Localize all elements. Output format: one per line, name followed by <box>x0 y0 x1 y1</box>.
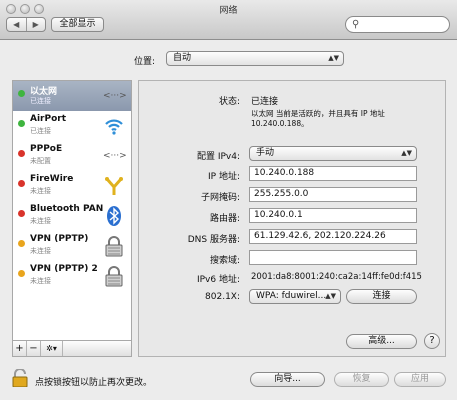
service-status: 已连接 <box>30 97 51 105</box>
lock-icon <box>103 265 125 287</box>
lock-icon[interactable] <box>12 368 28 388</box>
8021x-value: WPA: fduwirel... <box>256 291 327 301</box>
service-item-bluetooth-pan[interactable]: Bluetooth PAN 未连接 <box>13 201 131 231</box>
status-dot <box>18 150 25 157</box>
configure-ipv4-value: 手动 <box>256 148 275 158</box>
back-forward-control: ◀ ▶ <box>6 17 46 32</box>
ethernet-icon: <···> <box>103 91 127 101</box>
location-label: 位置: <box>134 57 156 67</box>
status-value: 已连接 <box>251 97 279 107</box>
popup-arrows-icon: ▲▼ <box>401 149 412 157</box>
ip-address-field[interactable]: 10.240.0.188 <box>249 166 417 181</box>
search-domain-label: 搜索域: <box>209 256 240 266</box>
service-name: AirPort <box>30 114 67 124</box>
revert-button[interactable]: 恢复 <box>334 372 389 387</box>
connect-button[interactable]: 连接 <box>346 289 417 304</box>
pppoe-icon: <···> <box>103 151 127 161</box>
dns-server-label: DNS 服务器: <box>187 235 240 245</box>
router-field[interactable]: 10.240.0.1 <box>249 208 417 223</box>
status-dot <box>18 240 25 247</box>
service-status: 已连接 <box>30 127 51 135</box>
8021x-label: 802.1X: <box>205 292 240 302</box>
subnet-mask-field[interactable]: 255.255.0.0 <box>249 187 417 202</box>
service-status: 未连接 <box>30 217 51 225</box>
service-status: 未连接 <box>30 247 51 255</box>
configure-ipv4-popup[interactable]: 手动 ▲▼ <box>249 146 417 161</box>
service-item-firewire[interactable]: FireWire 未连接 <box>13 171 131 201</box>
popup-arrows-icon: ▲▼ <box>325 292 336 300</box>
forward-button[interactable]: ▶ <box>25 18 46 31</box>
assist-button[interactable]: 向导... <box>250 372 325 387</box>
search-icon: ⚲ <box>352 19 360 30</box>
back-button[interactable]: ◀ <box>7 18 26 31</box>
service-item-vpn-pptp[interactable]: VPN (PPTP) 未连接 <box>13 231 131 261</box>
service-item-ethernet[interactable]: 以太网 已连接 <···> <box>13 81 131 111</box>
advanced-button[interactable]: 高级... <box>346 334 417 349</box>
add-service-button[interactable]: + <box>13 341 27 356</box>
8021x-popup[interactable]: WPA: fduwirel... ▲▼ <box>249 289 341 304</box>
ipv6-address-label: IPv6 地址: <box>196 275 240 285</box>
status-description-ip: 10.240.0.188。 <box>251 119 309 128</box>
service-list-controls: + − ✲▾ <box>12 341 132 357</box>
show-all-button[interactable]: 全部显示 <box>51 17 104 32</box>
status-dot <box>18 120 25 127</box>
wifi-icon <box>103 115 125 137</box>
status-dot <box>18 270 25 277</box>
router-label: 路由器: <box>209 214 240 224</box>
service-name: Bluetooth PAN <box>30 204 104 214</box>
service-item-vpn-pptp-2[interactable]: VPN (PPTP) 2 未连接 <box>13 261 131 291</box>
popup-arrows-icon: ▲▼ <box>328 54 339 62</box>
status-dot <box>18 210 25 217</box>
dns-server-field[interactable]: 61.129.42.6, 202.120.224.26 <box>249 229 417 244</box>
service-name: FireWire <box>30 174 74 184</box>
location-popup[interactable]: 自动 ▲▼ <box>166 51 344 66</box>
service-list: 以太网 已连接 <···> AirPort 已连接 PPPoE 未配置 <···… <box>12 80 132 341</box>
bluetooth-icon <box>103 205 125 227</box>
location-value: 自动 <box>173 53 192 63</box>
lock-icon <box>103 235 125 257</box>
gear-icon[interactable]: ✲▾ <box>41 341 63 356</box>
status-label: 状态: <box>218 97 240 107</box>
ip-address-label: IP 地址: <box>208 172 240 182</box>
service-item-airport[interactable]: AirPort 已连接 <box>13 111 131 141</box>
service-item-pppoe[interactable]: PPPoE 未配置 <···> <box>13 141 131 171</box>
status-dot <box>18 180 25 187</box>
window-title: 网络 <box>219 6 238 16</box>
service-status: 未连接 <box>30 277 51 285</box>
service-name: VPN (PPTP) 2 <box>30 264 98 274</box>
subnet-mask-label: 子网掩码: <box>200 193 240 203</box>
service-name: PPPoE <box>30 144 63 154</box>
ipv6-address-value: 2001:da8:8001:240:ca2a:14ff:fe0d:f415 <box>251 272 422 282</box>
apply-button[interactable]: 应用 <box>394 372 446 387</box>
status-dot <box>18 90 25 97</box>
lock-hint-text: 点按锁按钮以防止再次更改。 <box>35 378 153 388</box>
search-domain-field[interactable] <box>249 250 417 265</box>
help-button[interactable]: ? <box>424 333 440 349</box>
service-status: 未配置 <box>30 157 51 165</box>
window-toolbar: 网络 ◀ ▶ 全部显示 ⚲ <box>0 0 457 40</box>
firewire-icon <box>103 175 125 197</box>
service-status: 未连接 <box>30 187 51 195</box>
remove-service-button[interactable]: − <box>27 341 41 356</box>
service-name: VPN (PPTP) <box>30 234 89 244</box>
configure-ipv4-label: 配置 IPv4: <box>196 152 240 162</box>
search-input[interactable]: ⚲ <box>345 16 450 33</box>
